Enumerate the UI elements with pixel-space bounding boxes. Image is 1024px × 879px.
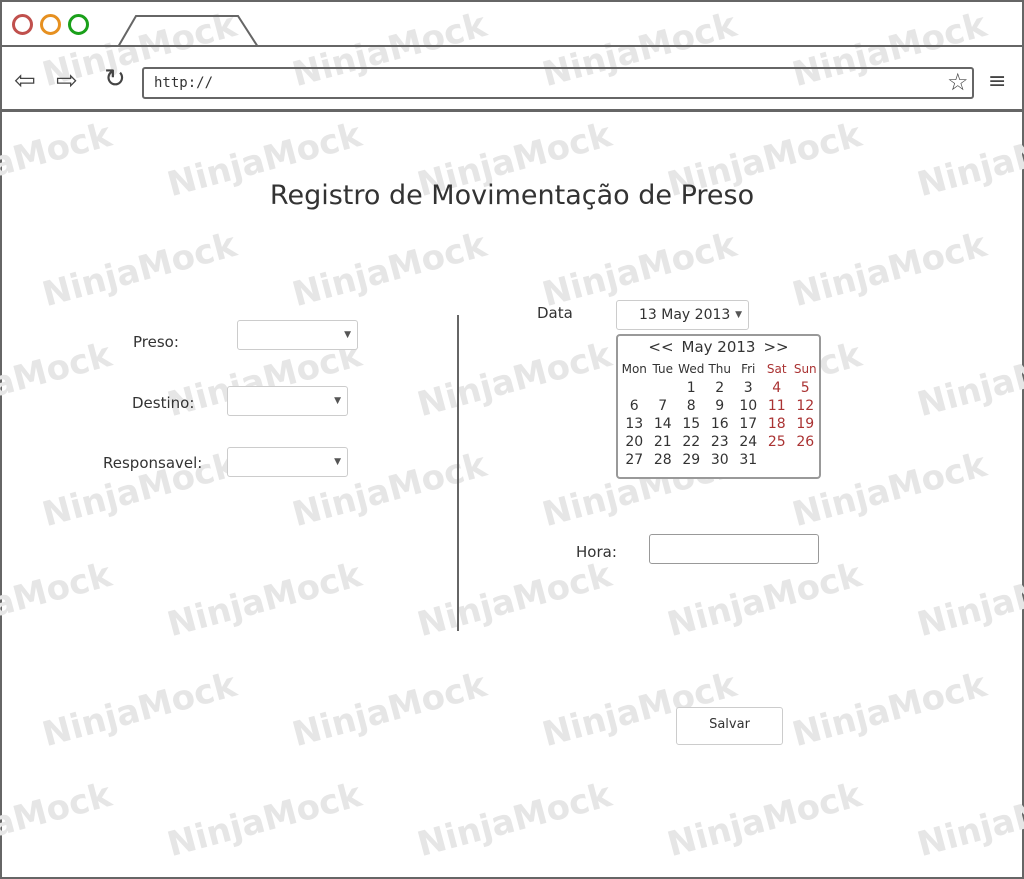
tab-bar-divider bbox=[0, 45, 1024, 47]
calendar-day[interactable]: 16 bbox=[706, 416, 735, 434]
calendar-day[interactable]: 12 bbox=[791, 398, 820, 416]
weekday-header: Wed bbox=[678, 362, 705, 376]
calendar-grid: Mon Tue Wed Thu Fri Sat Sun 1 2 3 4 5 6 7 8 9 10 11 12 13 14… bbox=[620, 362, 820, 470]
bookmark-star-icon[interactable]: ☆ bbox=[947, 70, 969, 94]
calendar-day[interactable]: 31 bbox=[734, 452, 763, 470]
calendar-day[interactable]: 2 bbox=[706, 380, 735, 398]
calendar-day[interactable]: 17 bbox=[734, 416, 763, 434]
calendar-day[interactable]: 30 bbox=[706, 452, 735, 470]
calendar-day[interactable]: 11 bbox=[763, 398, 792, 416]
chevron-down-icon: ▼ bbox=[334, 457, 341, 467]
hora-input[interactable] bbox=[649, 534, 819, 564]
browser-window bbox=[0, 0, 1024, 879]
calendar-day[interactable]: 27 bbox=[620, 452, 649, 470]
address-bar[interactable]: http:// bbox=[142, 67, 974, 99]
calendar-day[interactable]: 6 bbox=[620, 398, 649, 416]
calendar-day[interactable]: 21 bbox=[649, 434, 678, 452]
calendar-day[interactable]: 8 bbox=[677, 398, 706, 416]
calendar-day[interactable]: 28 bbox=[649, 452, 678, 470]
maximize-window-button[interactable] bbox=[68, 14, 89, 35]
calendar-day[interactable]: 24 bbox=[734, 434, 763, 452]
weekday-header: Sat bbox=[766, 362, 787, 376]
page-title: Registro de Movimentação de Preso bbox=[269, 180, 755, 211]
calendar-day[interactable]: 19 bbox=[791, 416, 820, 434]
column-divider bbox=[457, 315, 459, 631]
chevron-down-icon: ▼ bbox=[334, 396, 341, 406]
weekday-header: Fri bbox=[741, 362, 756, 376]
destino-select[interactable]: ▼ bbox=[227, 386, 348, 416]
calendar-day[interactable]: 13 bbox=[620, 416, 649, 434]
chevron-down-icon: ▼ bbox=[735, 310, 742, 320]
calendar-day[interactable]: 15 bbox=[677, 416, 706, 434]
calendar-empty-cell bbox=[620, 380, 649, 398]
chevron-down-icon: ▼ bbox=[344, 330, 351, 340]
calendar-day[interactable]: 26 bbox=[791, 434, 820, 452]
close-window-button[interactable] bbox=[12, 14, 33, 35]
calendar-day[interactable]: 4 bbox=[763, 380, 792, 398]
menu-icon[interactable]: ≡ bbox=[988, 71, 1006, 93]
calendar-day[interactable]: 3 bbox=[734, 380, 763, 398]
calendar-day[interactable]: 1 bbox=[677, 380, 706, 398]
forward-arrow-icon[interactable]: ⇨ bbox=[56, 68, 78, 94]
minimize-window-button[interactable] bbox=[40, 14, 61, 35]
weekday-header: Thu bbox=[708, 362, 732, 376]
calendar-day[interactable]: 9 bbox=[706, 398, 735, 416]
responsavel-label: Responsavel: bbox=[103, 454, 203, 472]
calendar-day[interactable]: 18 bbox=[763, 416, 792, 434]
reload-icon[interactable]: ↻ bbox=[104, 66, 126, 92]
calendar-day[interactable]: 25 bbox=[763, 434, 792, 452]
calendar-month-label: May 2013 bbox=[681, 338, 756, 356]
calendar-day[interactable]: 23 bbox=[706, 434, 735, 452]
date-value: 13 May 2013 bbox=[639, 307, 731, 323]
responsavel-select[interactable]: ▼ bbox=[227, 447, 348, 477]
calendar-day[interactable]: 29 bbox=[677, 452, 706, 470]
hora-label: Hora: bbox=[576, 543, 617, 561]
calendar-day[interactable]: 14 bbox=[649, 416, 678, 434]
toolbar-divider bbox=[0, 109, 1024, 112]
date-picker-select[interactable]: 13 May 2013 ▼ bbox=[616, 300, 749, 330]
calendar-day[interactable]: 10 bbox=[734, 398, 763, 416]
weekday-header: Sun bbox=[793, 362, 817, 376]
calendar-day[interactable]: 20 bbox=[620, 434, 649, 452]
calendar-day[interactable]: 7 bbox=[649, 398, 678, 416]
back-arrow-icon[interactable]: ⇦ bbox=[14, 68, 36, 94]
calendar: << May 2013 >> Mon Tue Wed Thu Fri Sat Sun 1 2 3 4 5 6… bbox=[616, 334, 821, 479]
data-label: Data bbox=[537, 304, 573, 322]
browser-tab[interactable] bbox=[118, 15, 258, 47]
calendar-day[interactable]: 22 bbox=[677, 434, 706, 452]
prev-month-button[interactable]: << bbox=[648, 338, 673, 356]
save-button[interactable]: Salvar bbox=[676, 707, 783, 745]
preso-label: Preso: bbox=[133, 333, 179, 351]
url-text: http:// bbox=[154, 75, 214, 91]
weekday-header: Tue bbox=[652, 362, 674, 376]
calendar-empty-cell bbox=[649, 380, 678, 398]
next-month-button[interactable]: >> bbox=[763, 338, 788, 356]
preso-select[interactable]: ▼ bbox=[237, 320, 358, 350]
calendar-day[interactable]: 5 bbox=[791, 380, 820, 398]
destino-label: Destino: bbox=[132, 394, 195, 412]
weekday-header: Mon bbox=[621, 362, 647, 376]
